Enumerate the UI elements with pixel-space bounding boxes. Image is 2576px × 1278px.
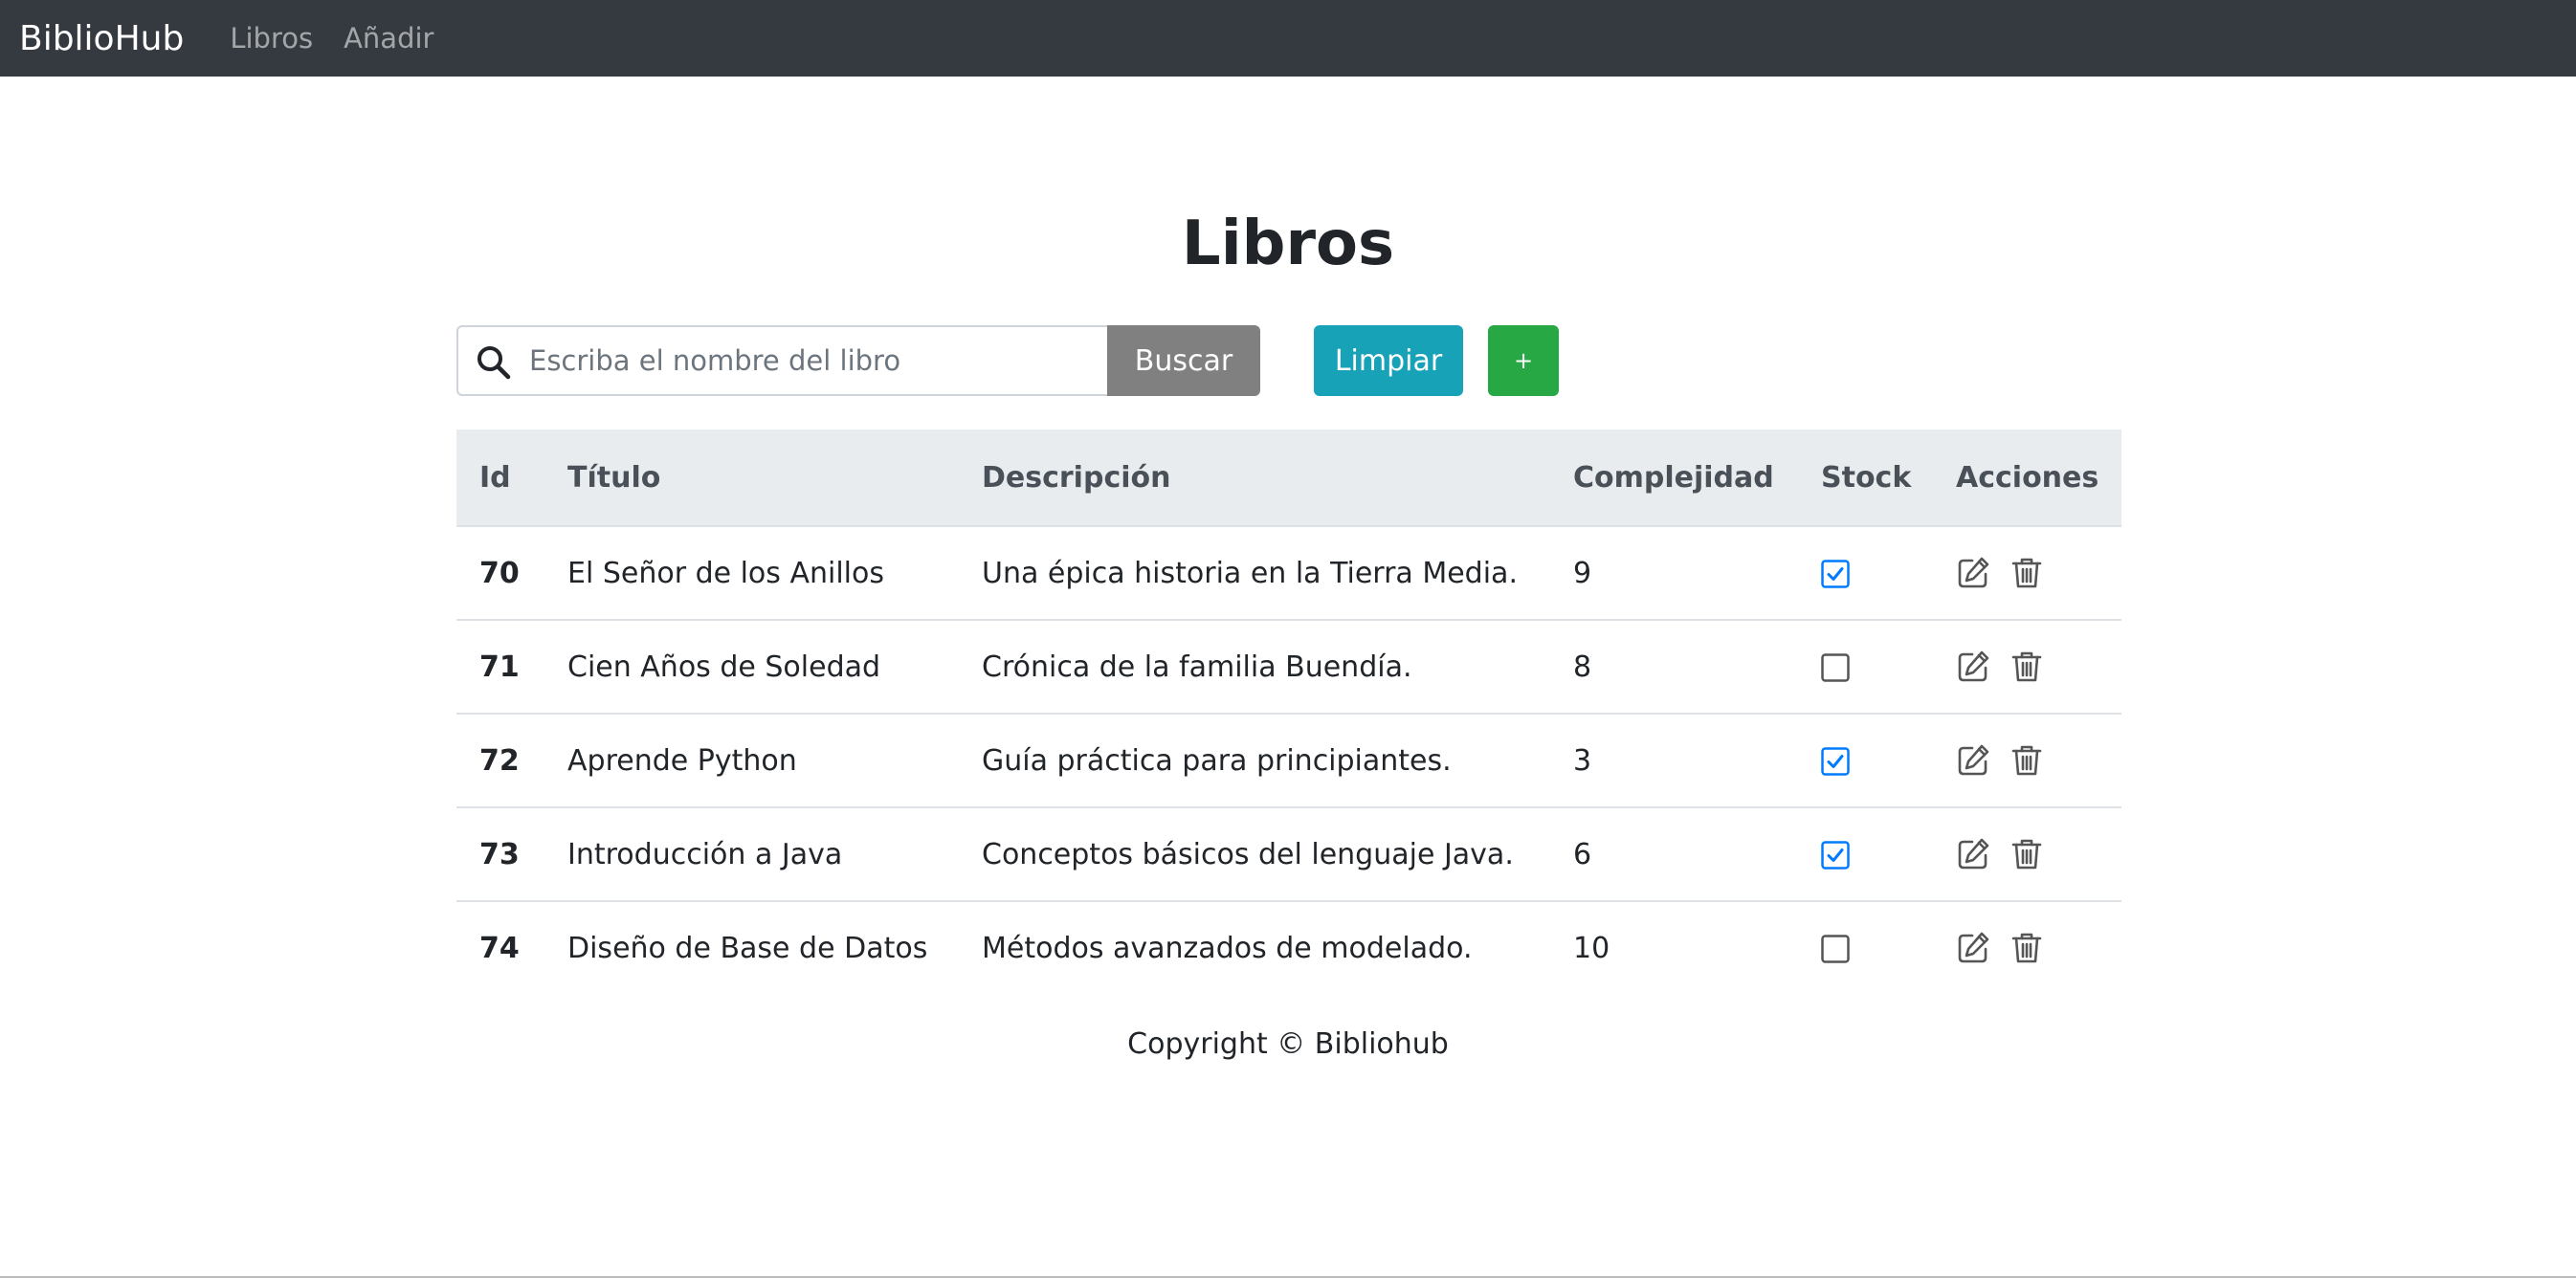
cell-id: 73	[456, 806, 544, 901]
search-input[interactable]	[529, 327, 1094, 394]
delete-icon[interactable]	[2010, 837, 2044, 871]
edit-icon[interactable]	[1956, 931, 1990, 965]
edit-icon[interactable]	[1956, 837, 1990, 871]
cell-stock	[1798, 526, 1933, 620]
cell-acciones	[1933, 526, 2121, 620]
table-row: 70 El Señor de los Anillos Una épica his…	[456, 526, 2121, 620]
cell-complejidad: 10	[1550, 900, 1798, 994]
cell-titulo: Introducción a Java	[544, 806, 959, 901]
table-header-row: Id Título Descripción Complejidad Stock …	[456, 430, 2121, 527]
nav-link-anadir[interactable]: Añadir	[344, 22, 433, 55]
cell-stock	[1798, 900, 1933, 994]
cell-descripcion: Métodos avanzados de modelado.	[959, 900, 1550, 994]
cell-titulo: Diseño de Base de Datos	[544, 900, 959, 994]
cell-complejidad: 6	[1550, 806, 1798, 901]
header-titulo: Título	[544, 430, 959, 527]
edit-icon[interactable]	[1956, 743, 1990, 778]
delete-icon[interactable]	[2010, 743, 2044, 778]
cell-stock	[1798, 619, 1933, 714]
search-icon	[477, 346, 511, 380]
table-row: 74 Diseño de Base de Datos Métodos avanz…	[456, 900, 2121, 994]
cell-acciones	[1933, 900, 2121, 994]
navbar: BiblioHub Libros Añadir	[0, 0, 2576, 77]
stock-checkbox[interactable]	[1821, 841, 1850, 870]
table-header: Id Título Descripción Complejidad Stock …	[456, 430, 2121, 527]
cell-acciones	[1933, 806, 2121, 901]
cell-descripcion: Crónica de la familia Buendía.	[959, 619, 1550, 714]
header-descripcion: Descripción	[959, 430, 1550, 527]
edit-icon[interactable]	[1956, 650, 1990, 684]
cell-id: 74	[456, 900, 544, 994]
add-book-button[interactable]: +	[1488, 325, 1559, 396]
delete-icon[interactable]	[2010, 650, 2044, 684]
footer-copyright: Copyright © Bibliohub	[1127, 1027, 1449, 1061]
cell-titulo: El Señor de los Anillos	[567, 556, 884, 590]
cell-acciones	[1933, 713, 2121, 807]
cell-descripcion: Una épica historia en la Tierra Media.	[982, 556, 1518, 590]
table-row: 71 Cien Años de Soledad Crónica de la fa…	[456, 619, 2121, 714]
table-row: 72 Aprende Python Guía práctica para pri…	[456, 713, 2121, 807]
stock-checkbox[interactable]	[1821, 560, 1850, 588]
cell-id: 70	[479, 556, 520, 590]
cell-descripcion: Guía práctica para principiantes.	[959, 713, 1550, 807]
cell-complejidad: 9	[1573, 556, 1592, 590]
brand-link[interactable]: BiblioHub	[19, 19, 184, 58]
table-body: 70 El Señor de los Anillos Una épica his…	[456, 526, 2121, 994]
cell-descripcion: Conceptos básicos del lenguaje Java.	[959, 806, 1550, 901]
search-button[interactable]: Buscar	[1107, 325, 1260, 396]
cell-titulo: Aprende Python	[544, 713, 959, 807]
search-box	[456, 325, 1107, 396]
cell-id: 72	[456, 713, 544, 807]
cell-acciones	[1933, 619, 2121, 714]
search-group: Buscar	[456, 325, 1260, 396]
cell-id: 71	[456, 619, 544, 714]
cell-stock	[1798, 806, 1933, 901]
nav-link-libros[interactable]: Libros	[230, 22, 313, 55]
search-toolbar: Buscar Limpiar +	[456, 325, 1559, 396]
header-id: Id	[456, 430, 544, 527]
delete-icon[interactable]	[2010, 556, 2044, 590]
clear-button[interactable]: Limpiar	[1314, 325, 1463, 396]
stock-checkbox[interactable]	[1821, 747, 1850, 776]
edit-icon[interactable]	[1956, 556, 1990, 590]
table-row: 73 Introducción a Java Conceptos básicos…	[456, 806, 2121, 901]
cell-complejidad: 8	[1550, 619, 1798, 714]
header-stock: Stock	[1798, 430, 1933, 527]
delete-icon[interactable]	[2010, 931, 2044, 965]
header-complejidad: Complejidad	[1550, 430, 1798, 527]
stock-checkbox[interactable]	[1821, 935, 1850, 963]
books-table: Id Título Descripción Complejidad Stock …	[456, 430, 2121, 994]
cell-stock	[1798, 713, 1933, 807]
stock-checkbox[interactable]	[1821, 653, 1850, 682]
header-acciones: Acciones	[1933, 430, 2121, 527]
cell-titulo: Cien Años de Soledad	[544, 619, 959, 714]
cell-complejidad: 3	[1550, 713, 1798, 807]
page-title: Libros	[1181, 209, 1395, 279]
